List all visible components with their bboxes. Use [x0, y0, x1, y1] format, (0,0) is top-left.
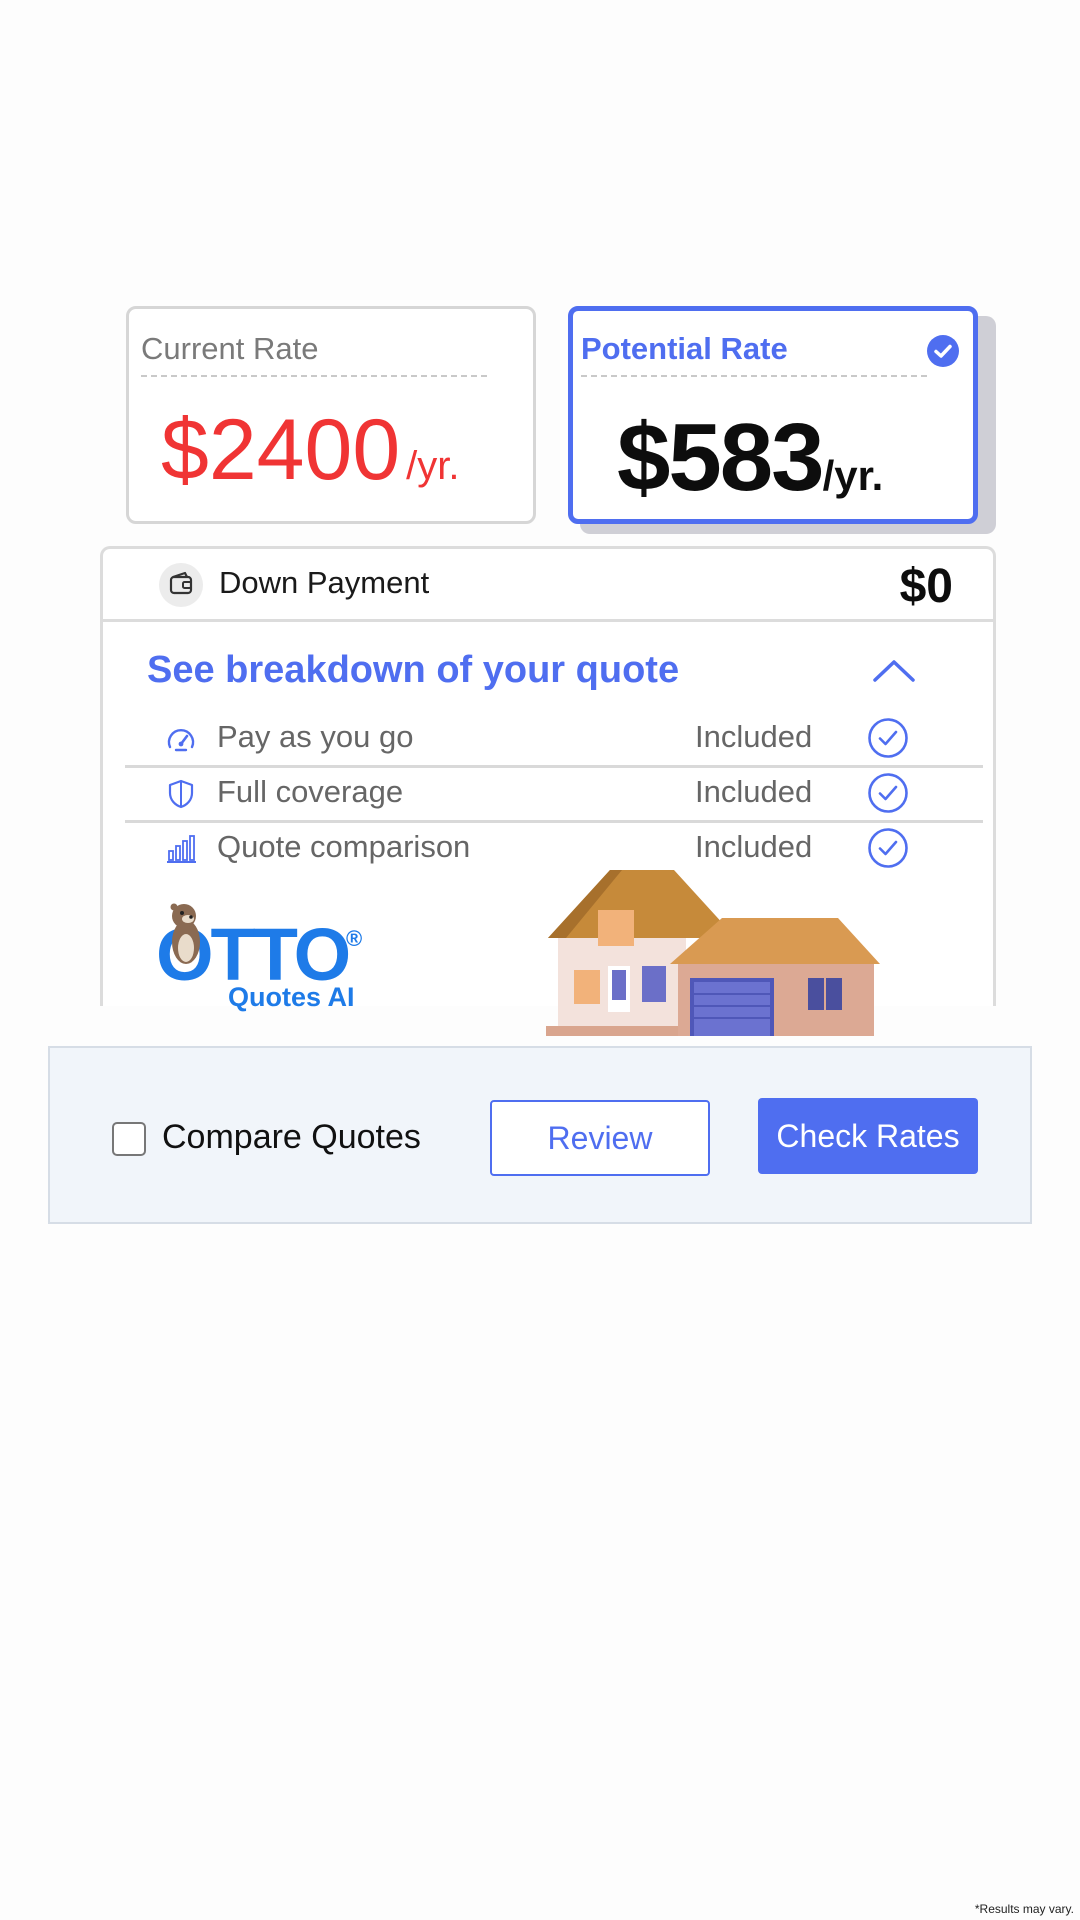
feature-row-full-coverage: Full coverage Included: [125, 768, 983, 823]
down-payment-row: Down Payment $0: [103, 549, 993, 622]
potential-rate-unit: /yr.: [822, 452, 884, 499]
compare-quotes-label[interactable]: Compare Quotes: [162, 1118, 421, 1157]
feature-label: Pay as you go: [217, 719, 414, 754]
divider: [141, 375, 487, 377]
bar-chart-icon: [165, 833, 197, 865]
down-payment-label: Down Payment: [219, 565, 430, 600]
current-rate-card: Current Rate $2400/yr.: [126, 306, 536, 524]
logo-tagline: Quotes AI: [228, 982, 355, 1012]
feature-status: Included: [695, 829, 813, 864]
potential-rate-amount: $583: [617, 404, 825, 511]
potential-rate-price: $583/yr.: [617, 403, 883, 513]
review-button[interactable]: Review: [490, 1100, 710, 1176]
current-rate-price: $2400/yr.: [161, 401, 460, 500]
feature-status: Included: [695, 719, 813, 754]
down-payment-value: $0: [899, 560, 953, 613]
potential-rate-card[interactable]: Potential Rate $583/yr.: [568, 306, 978, 524]
selected-check-icon: [927, 335, 959, 367]
action-bar: Compare Quotes Review Check Rates: [48, 1046, 1032, 1224]
feature-status: Included: [695, 774, 813, 809]
otter-mascot-icon: [170, 903, 200, 964]
speedometer-icon: [165, 723, 197, 755]
included-check-icon: [867, 717, 909, 759]
potential-rate-label: Potential Rate: [581, 331, 788, 366]
divider: [581, 375, 927, 377]
house-illustration: [546, 870, 880, 1036]
compare-quotes-checkbox[interactable]: [112, 1122, 146, 1156]
disclaimer-text: *Results may vary.: [974, 1902, 1074, 1916]
current-rate-amount: $2400: [161, 402, 401, 498]
feature-label: Quote comparison: [217, 829, 471, 864]
feature-label: Full coverage: [217, 774, 404, 809]
included-check-icon: [867, 827, 909, 869]
otto-quotes-ai-logo: OTTO ® Quotes AI: [150, 902, 380, 1022]
shield-icon: [165, 778, 197, 810]
logo-registered-mark: ®: [346, 926, 363, 951]
current-rate-label: Current Rate: [141, 331, 319, 366]
check-rates-button[interactable]: Check Rates: [758, 1098, 978, 1174]
chevron-up-icon[interactable]: [869, 655, 919, 685]
included-check-icon: [867, 772, 909, 814]
current-rate-unit: /yr.: [406, 444, 460, 488]
wallet-icon: [159, 563, 203, 607]
feature-row-pay-as-you-go: Pay as you go Included: [125, 713, 983, 768]
breakdown-toggle-link[interactable]: See breakdown of your quote: [147, 649, 679, 692]
